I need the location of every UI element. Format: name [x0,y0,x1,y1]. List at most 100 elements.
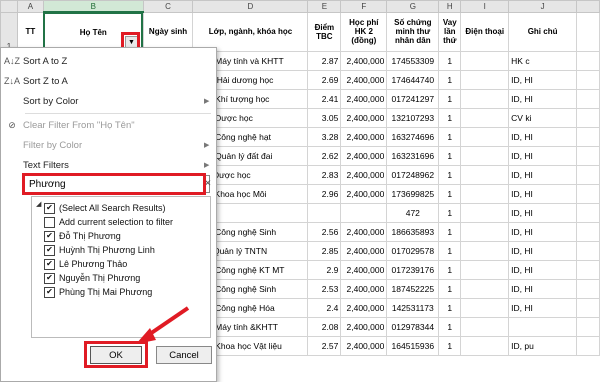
cell-phone[interactable] [460,203,510,223]
cell-gpa[interactable]: 2.57 [307,336,342,356]
header-gpa[interactable]: Điểm TBC [307,11,342,52]
cell-phone[interactable] [460,146,510,166]
checkbox-checked-icon[interactable]: ✔ [44,272,55,284]
cell-fee[interactable]: 2,400,000 [340,127,388,147]
column-header-h[interactable]: H [438,0,462,13]
cell-note[interactable] [508,317,577,337]
cell-gpa[interactable]: 2.53 [307,279,342,299]
cell-phone[interactable] [460,184,510,204]
cell-note[interactable]: ID, HI [508,241,577,261]
cell-fee[interactable]: 2,400,000 [340,70,388,90]
checkbox-checked-icon[interactable]: ✔ [44,244,55,256]
header-dob[interactable]: Ngày sinh [142,11,194,52]
cell-fee[interactable]: 2,400,000 [340,222,388,242]
cell-extra[interactable] [576,184,600,204]
cell-extra[interactable] [576,127,600,147]
cell-gpa[interactable]: 2.87 [307,51,342,71]
cell-extra[interactable] [576,70,600,90]
header-loan[interactable]: Vay lần thứ [438,11,462,52]
select-all-corner[interactable] [0,0,18,13]
cell-note[interactable]: ID, HI [508,165,577,185]
cell-extra[interactable] [576,165,600,185]
cell-loan[interactable]: 1 [438,51,462,71]
cell-fee[interactable]: 2,400,000 [340,165,388,185]
cell-id[interactable]: 174553309 [386,51,440,71]
cell-fee[interactable]: 2,400,000 [340,184,388,204]
cell-gpa[interactable]: 3.28 [307,127,342,147]
cell-phone[interactable] [460,298,510,318]
filter-list-item[interactable]: ✔ Đỗ Thị Phương [44,229,121,243]
cell-fee[interactable] [340,203,388,223]
header-class[interactable]: Lớp, ngành, khóa học [192,11,309,52]
cell-id[interactable]: 163274696 [386,127,440,147]
menu-sort-by-color[interactable]: Sort by Color ▶ [1,92,214,110]
cell-fee[interactable]: 2,400,000 [340,279,388,299]
cell-loan[interactable]: 1 [438,70,462,90]
cell-loan[interactable]: 1 [438,279,462,299]
header-note[interactable]: Ghi chú [508,11,577,52]
cell-loan[interactable]: 1 [438,184,462,204]
cell-note[interactable]: ID, HI [508,89,577,109]
column-header-f[interactable]: F [340,0,388,13]
column-header-k[interactable] [576,0,600,13]
column-header-g[interactable]: G [386,0,440,13]
cell-phone[interactable] [460,222,510,242]
cell-id[interactable]: 186635893 [386,222,440,242]
cell-extra[interactable] [576,222,600,242]
cell-gpa[interactable] [307,203,342,223]
cell-note[interactable]: ID, pu [508,336,577,356]
cell-fee[interactable]: 2,400,000 [340,260,388,280]
cell-fee[interactable]: 2,400,000 [340,317,388,337]
cell-extra[interactable] [576,89,600,109]
cell-gpa[interactable]: 2.08 [307,317,342,337]
cell-id[interactable]: 132107293 [386,108,440,128]
header-id[interactable]: Số chứng minh thư nhân dân [386,11,440,52]
cell-gpa[interactable]: 2.9 [307,260,342,280]
cell-note[interactable]: ID, HI [508,70,577,90]
cell-gpa[interactable]: 2.85 [307,241,342,261]
cell-id[interactable]: 173699825 [386,184,440,204]
checkbox-checked-icon[interactable]: ✔ [44,286,55,298]
menu-sort-z-to-a[interactable]: Z↓A Sort Z to A [1,72,214,90]
cell-phone[interactable] [460,108,510,128]
filter-list-item[interactable]: ✔ (Select All Search Results) [44,201,166,215]
cell-note[interactable]: HK c [508,51,577,71]
cell-loan[interactable]: 1 [438,336,462,356]
cell-id[interactable]: 017241297 [386,89,440,109]
cell-loan[interactable]: 1 [438,260,462,280]
menu-filter-by-color[interactable]: Filter by Color ▶ [1,136,214,154]
cell-loan[interactable]: 1 [438,222,462,242]
cell-gpa[interactable]: 2.41 [307,89,342,109]
column-header-d[interactable]: D [192,0,309,13]
menu-clear-filter[interactable]: ⊘ Clear Filter From "Họ Tên" [1,116,214,134]
cell-phone[interactable] [460,165,510,185]
cell-loan[interactable]: 1 [438,127,462,147]
cell-phone[interactable] [460,89,510,109]
cell-phone[interactable] [460,70,510,90]
cell-phone[interactable] [460,51,510,71]
column-header-b[interactable]: B [42,0,144,13]
cell-note[interactable]: ID, HI [508,184,577,204]
cell-extra[interactable] [576,108,600,128]
cell-gpa[interactable]: 2.4 [307,298,342,318]
cell-extra[interactable] [576,51,600,71]
filter-list-item[interactable]: Add current selection to filter [44,215,173,229]
cell-id[interactable]: 187452225 [386,279,440,299]
cell-phone[interactable] [460,336,510,356]
cell-loan[interactable]: 1 [438,146,462,166]
header-phone[interactable]: Điện thoại [460,11,510,52]
cell-id[interactable]: 174644740 [386,70,440,90]
cell-fee[interactable]: 2,400,000 [340,146,388,166]
cell-extra[interactable] [576,146,600,166]
cell-id[interactable]: 164515936 [386,336,440,356]
cell-gpa[interactable]: 2.69 [307,70,342,90]
column-header-e[interactable]: E [307,0,342,13]
cell-id[interactable]: 017239176 [386,260,440,280]
cell-extra[interactable] [576,279,600,299]
cell-extra[interactable] [576,317,600,337]
cell-note[interactable]: ID, HI [508,146,577,166]
cell-id[interactable]: 012978344 [386,317,440,337]
menu-sort-a-to-z[interactable]: A↓Z Sort A to Z [1,52,214,70]
checkbox-empty-icon[interactable] [44,216,55,228]
cell-fee[interactable]: 2,400,000 [340,51,388,71]
